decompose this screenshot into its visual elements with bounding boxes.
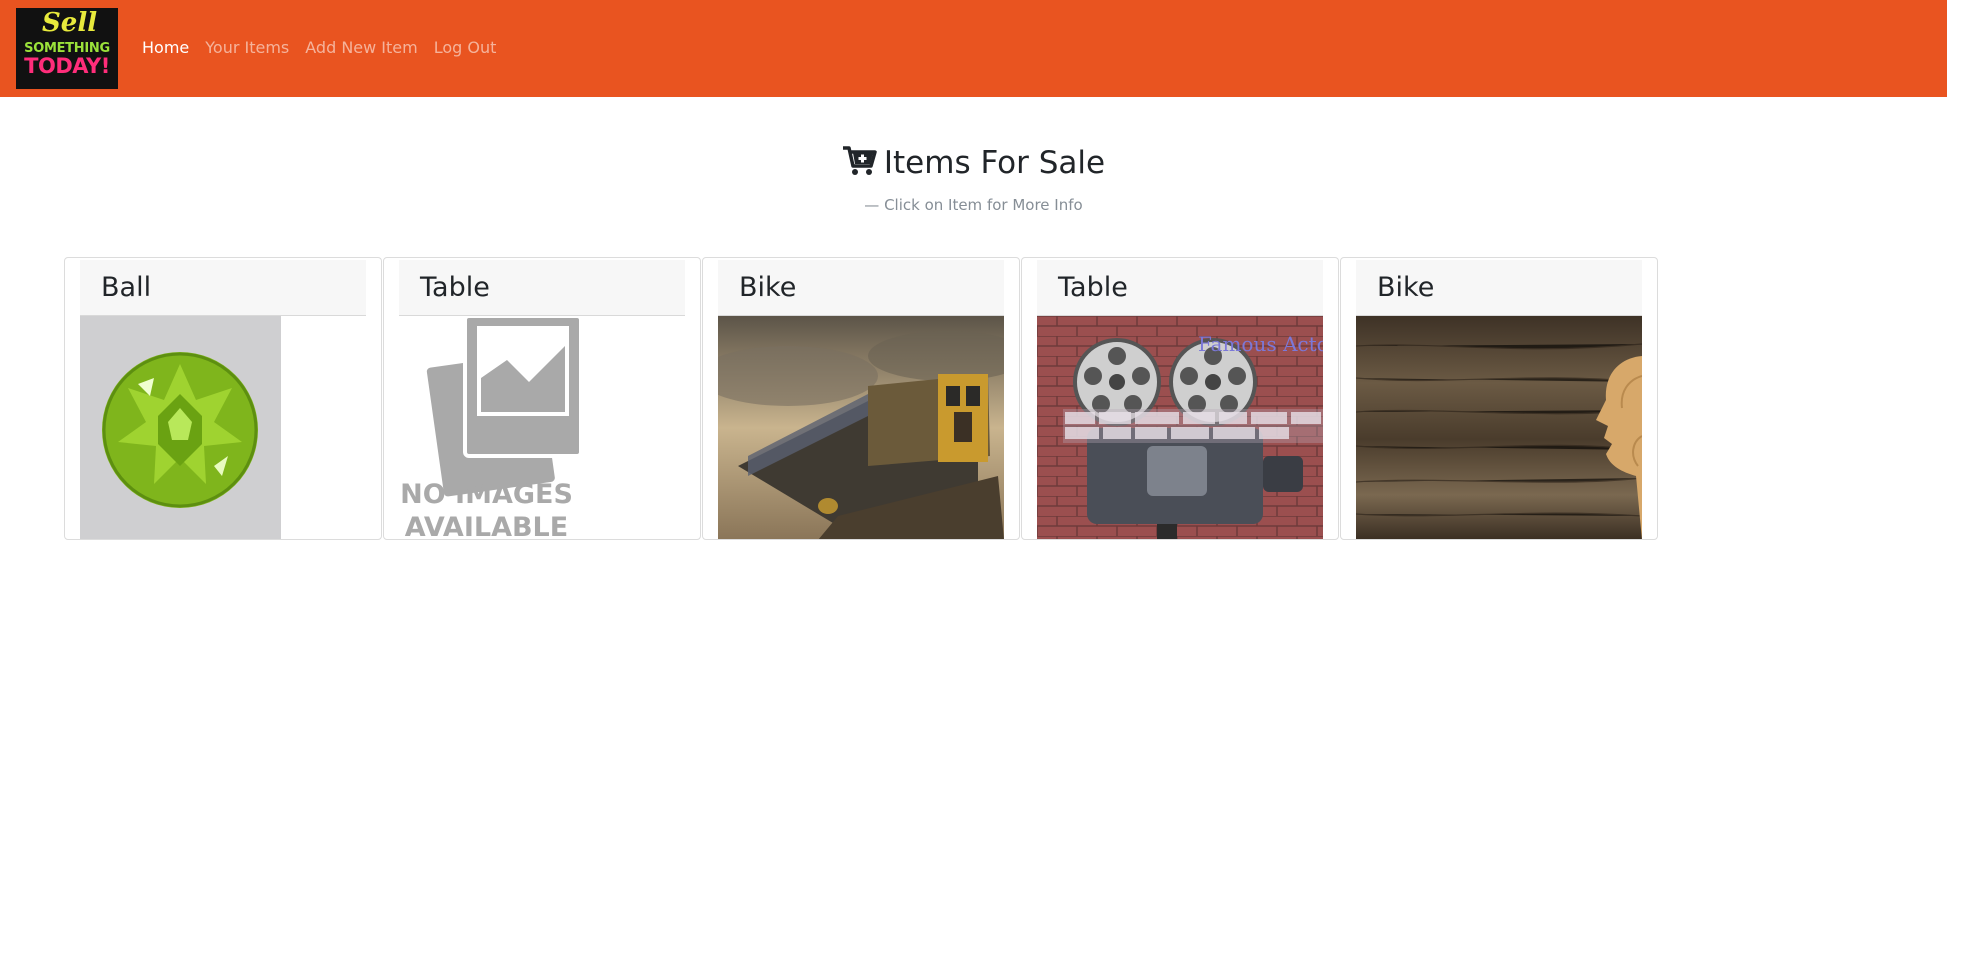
cart-plus-icon — [842, 145, 878, 185]
page-subtitle: — Click on Item for More Info — [864, 196, 1083, 214]
item-card[interactable]: Bike — [1340, 257, 1658, 540]
no-images-placeholder[interactable]: NO IMAGES AVAILABLE — [399, 316, 685, 540]
card-header: Bike — [718, 260, 1004, 316]
logo-line-3: TODAY! — [24, 54, 110, 78]
logo-line-1: Sell — [42, 8, 98, 38]
item-image-film-camera[interactable]: Famous Actors — [1037, 316, 1323, 539]
card-title: Table — [1058, 272, 1128, 303]
item-image-wooden-head[interactable] — [1356, 316, 1642, 539]
overlay-text: Famous Actors — [1198, 332, 1323, 356]
item-image-train[interactable] — [718, 316, 1004, 539]
item-card[interactable]: Ball — [64, 257, 382, 540]
page-title: Items For Sale — [0, 145, 1947, 185]
item-image-gem[interactable] — [80, 316, 366, 539]
top-navbar: Sell SOMETHING TODAY! Home Your Items Ad… — [0, 0, 1947, 97]
nav-link-your-items[interactable]: Your Items — [197, 38, 297, 57]
item-card[interactable]: Table NO IMAGES AVAILABLE — [383, 257, 701, 540]
item-card[interactable]: Table Famous Act — [1021, 257, 1339, 540]
card-header: Table — [399, 260, 685, 316]
card-title: Bike — [1377, 272, 1435, 303]
card-header: Bike — [1356, 260, 1642, 316]
card-header: Ball — [80, 260, 366, 316]
page-title-text: Items For Sale — [883, 145, 1106, 181]
placeholder-text-line-2: AVAILABLE — [404, 512, 569, 540]
item-card[interactable]: Bike — [702, 257, 1020, 540]
nav-link-add-new-item[interactable]: Add New Item — [297, 38, 425, 57]
card-title: Ball — [101, 272, 152, 303]
nav-link-home[interactable]: Home — [134, 38, 197, 57]
card-title: Bike — [739, 272, 797, 303]
nav-link-log-out[interactable]: Log Out — [426, 38, 505, 57]
nav-links: Home Your Items Add New Item Log Out — [134, 38, 504, 57]
site-logo[interactable]: Sell SOMETHING TODAY! — [16, 8, 118, 89]
card-title: Table — [420, 272, 490, 303]
placeholder-text-line-1: NO IMAGES — [400, 479, 573, 510]
photo-placeholder-icon — [426, 316, 583, 497]
card-header: Table — [1037, 260, 1323, 316]
